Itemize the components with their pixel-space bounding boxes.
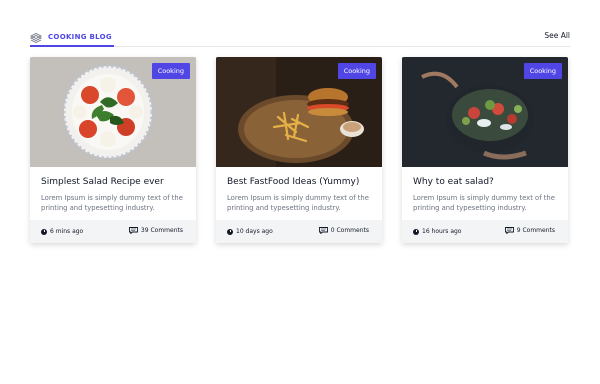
card-footer: 6 mins ago 39 Comments <box>30 220 196 243</box>
time-label: 6 mins ago <box>50 228 84 235</box>
clock-icon <box>41 228 47 235</box>
comments-label: 39 Comments <box>140 227 183 234</box>
fastfood-photo: Cooking <box>216 57 382 167</box>
card-title[interactable]: Simplest Salad Recipe ever <box>41 177 164 187</box>
card-description: Lorem Ipsum is simply dummy text of the … <box>227 194 369 212</box>
brand-label: COOKING BLOG <box>48 32 112 41</box>
time-label: 10 days ago <box>236 228 273 235</box>
blog-card[interactable]: Cooking Best FastFood Ideas (Yummy) Lore… <box>216 57 382 243</box>
comment-icon <box>504 227 514 234</box>
comments-label: 9 Comments <box>516 227 555 234</box>
clock-icon <box>227 228 233 235</box>
book-stack-icon <box>30 32 42 43</box>
comments-label: 0 Comments <box>330 227 369 234</box>
card-footer: 10 days ago 0 Comments <box>216 220 382 243</box>
salad-bowl-photo: Cooking <box>402 57 568 167</box>
blog-card[interactable]: Cooking Why to eat salad? Lorem Ipsum is… <box>402 57 568 243</box>
comments-link[interactable]: 39 Comments <box>128 227 183 234</box>
post-time: 16 hours ago <box>413 228 461 235</box>
time-label: 16 hours ago <box>422 228 462 235</box>
card-title[interactable]: Best FastFood Ideas (Yummy) <box>227 177 359 187</box>
clock-icon <box>413 228 419 235</box>
card-description: Lorem Ipsum is simply dummy text of the … <box>413 194 555 212</box>
post-time: 10 days ago <box>227 228 273 235</box>
see-all-link[interactable]: See All <box>544 31 570 40</box>
category-badge[interactable]: Cooking <box>151 63 190 79</box>
card-description: Lorem Ipsum is simply dummy text of the … <box>41 194 183 212</box>
card-title[interactable]: Why to eat salad? <box>413 177 494 187</box>
comments-link[interactable]: 9 Comments <box>504 227 555 234</box>
salad-photo: Cooking <box>30 57 196 167</box>
category-badge[interactable]: Cooking <box>523 63 562 79</box>
blog-card[interactable]: Cooking Simplest Salad Recipe ever Lorem… <box>30 57 196 243</box>
comment-icon <box>318 227 328 234</box>
category-badge[interactable]: Cooking <box>337 63 376 79</box>
comment-icon <box>128 227 138 234</box>
section-header: COOKING BLOG See All <box>30 28 570 47</box>
card-footer: 16 hours ago 9 Comments <box>402 220 568 243</box>
post-time: 6 mins ago <box>41 228 83 235</box>
cooking-blog-tab[interactable]: COOKING BLOG <box>30 28 114 47</box>
comments-link[interactable]: 0 Comments <box>318 227 369 234</box>
